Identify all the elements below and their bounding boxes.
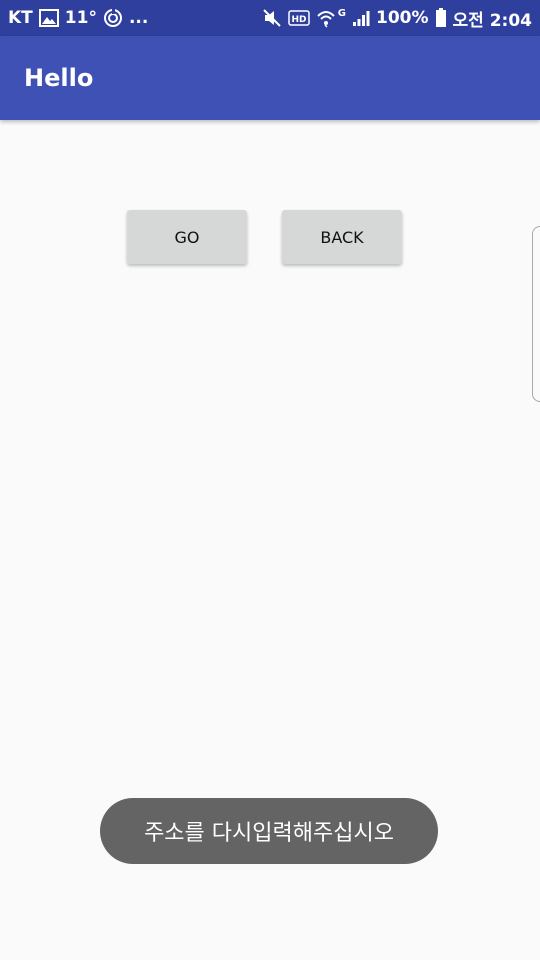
hd-voice-icon: HD [288,9,310,27]
more-notifications-label: ... [128,8,149,28]
battery-percent-label: 100% [375,8,429,28]
svg-text:HD: HD [291,15,306,25]
edge-panel-handle[interactable] [532,226,540,402]
go-button[interactable]: GO [127,210,247,264]
status-bar: KT 11° ... HD G 100% 오전 2:04 [0,0,540,36]
toast-message: 주소를 다시입력해주십시오 [100,798,438,864]
sync-icon [103,8,123,28]
status-left-group: KT 11° ... [8,8,148,28]
app-bar: Hello [0,36,540,120]
app-title: Hello [24,64,94,92]
signal-icon [352,9,370,27]
back-button[interactable]: BACK [282,210,402,264]
carrier-label: KT [8,8,33,28]
status-right-group: HD G 100% 오전 2:04 [262,6,532,31]
temperature-label: 11° [64,8,97,28]
wifi-icon [316,8,338,28]
battery-icon [435,8,447,28]
gallery-icon [38,9,59,27]
clock-label: 오전 2:04 [452,10,532,31]
mute-icon [262,8,282,28]
network-type-label: G [337,7,346,19]
toast-text: 주소를 다시입력해주십시오 [144,821,394,846]
